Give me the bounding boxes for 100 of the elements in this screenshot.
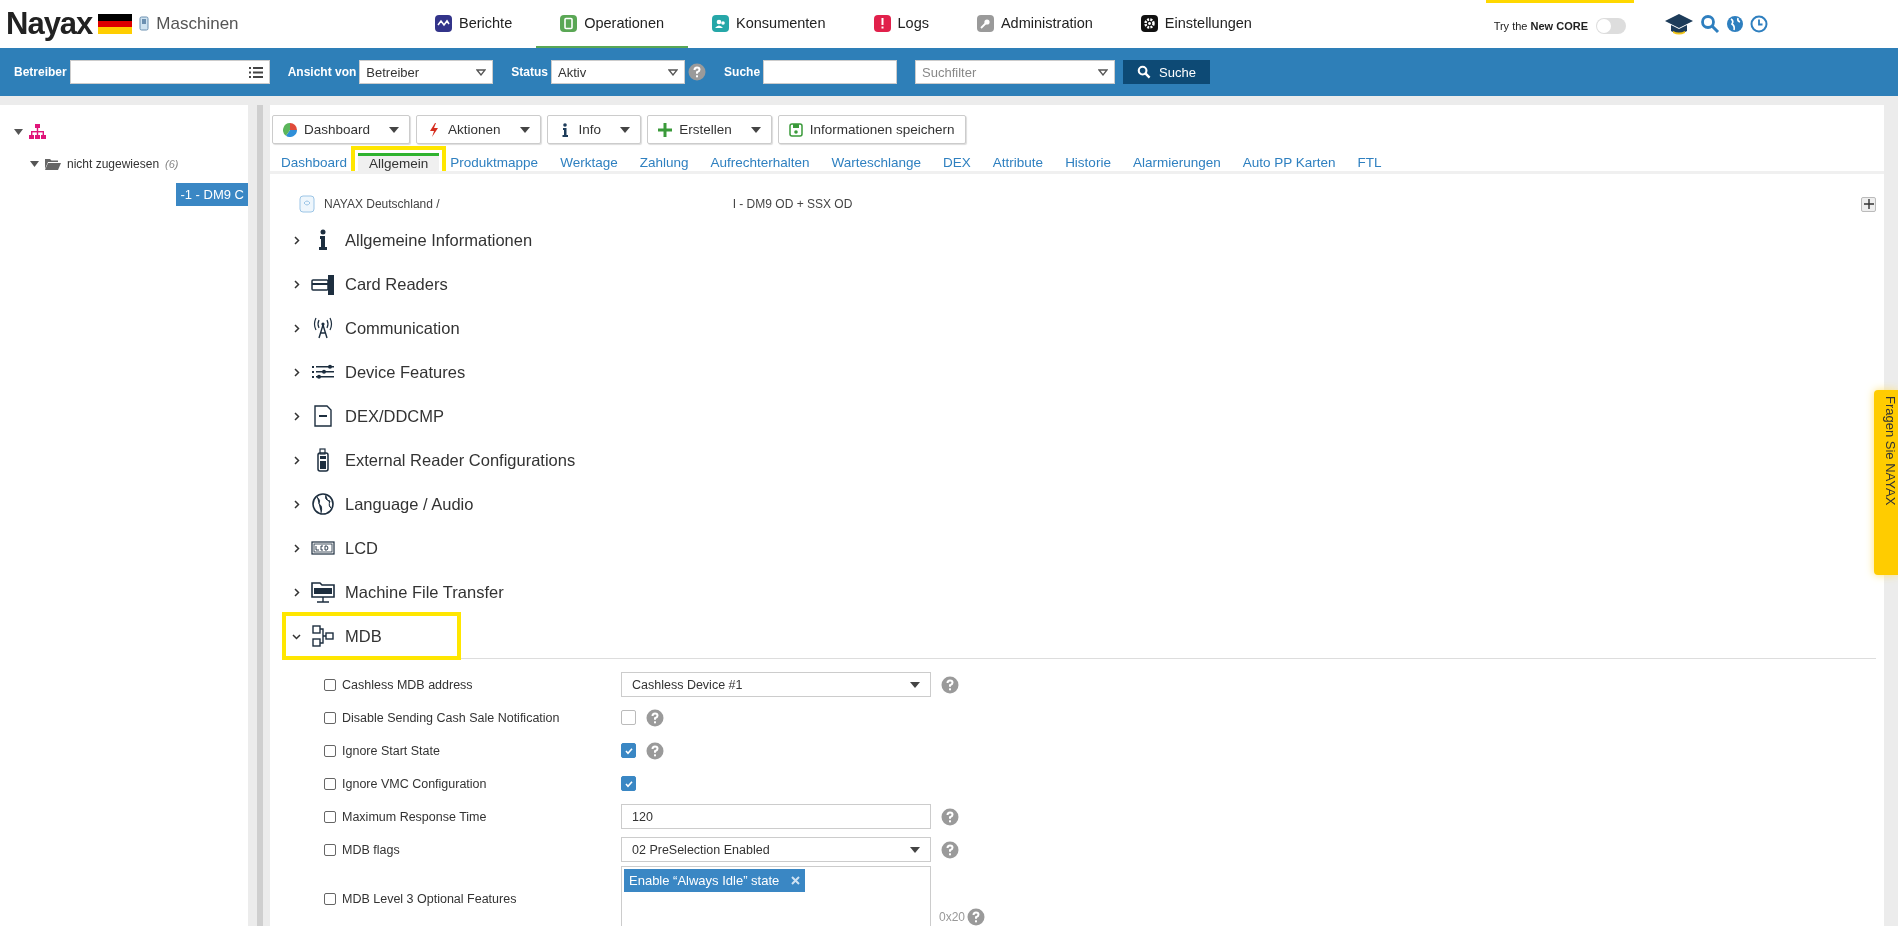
filter-dropdown[interactable]: Suchfilter <box>915 60 1116 84</box>
toolbar-button[interactable]: Erstellen <box>647 115 772 144</box>
antenna-icon <box>311 316 335 340</box>
hierarchy-icon[interactable] <box>29 123 46 141</box>
setting-label: Cashless MDB address <box>342 677 473 692</box>
search-field[interactable] <box>763 60 898 84</box>
checkbox[interactable] <box>621 743 636 758</box>
help-icon[interactable] <box>967 908 986 926</box>
tag[interactable]: Enable “Always Idle” state <box>624 869 806 892</box>
chevron-icon[interactable] <box>292 455 301 465</box>
hex-value: 0x20 <box>939 910 966 924</box>
globe-icon[interactable] <box>1726 15 1744 33</box>
caret-icon[interactable] <box>14 129 23 135</box>
chevron-icon[interactable] <box>292 543 301 553</box>
section-header[interactable]: MDB <box>284 614 459 658</box>
section-header[interactable]: Machine File Transfer <box>284 570 504 614</box>
graduation-cap-icon[interactable] <box>1664 12 1694 36</box>
search-icon[interactable] <box>1700 14 1720 34</box>
tab[interactable]: Historie <box>1054 153 1122 171</box>
feedback-tab[interactable]: Fragen Sie NAYAX <box>1874 390 1898 575</box>
document-icon <box>311 404 335 428</box>
circuit-icon <box>311 624 335 648</box>
chevron-icon[interactable] <box>292 235 301 245</box>
checkbox[interactable] <box>324 810 336 823</box>
nav-tab[interactable]: Administration <box>952 0 1117 48</box>
checkbox[interactable] <box>324 893 336 905</box>
search-button[interactable]: Suche <box>1123 60 1210 84</box>
filter-dropdown[interactable]: Betreiber <box>359 60 494 84</box>
checkbox[interactable] <box>621 710 636 725</box>
clock-icon[interactable] <box>1750 15 1768 33</box>
nav-tab[interactable]: Logs <box>849 0 953 48</box>
section-header[interactable]: Language / Audio <box>284 482 474 526</box>
tab[interactable]: Werktage <box>549 153 629 171</box>
tab[interactable]: DEX <box>932 153 982 171</box>
chevron-icon[interactable] <box>292 411 301 421</box>
section-header[interactable]: Card Readers <box>284 262 448 306</box>
setting-label: Ignore Start State <box>342 743 440 758</box>
tree-item[interactable]: nicht zugewiesen <box>67 157 160 171</box>
caret-icon <box>668 68 679 76</box>
help-icon[interactable] <box>941 840 959 859</box>
checkbox[interactable] <box>324 843 336 856</box>
setting-label: Ignore VMC Configuration <box>342 776 487 791</box>
section-header[interactable]: External Reader Configurations <box>284 438 576 482</box>
section-header[interactable]: Allgemeine Informationen <box>284 218 533 262</box>
nav-tab[interactable]: Berichte <box>411 0 537 48</box>
item-count: (6) <box>165 158 179 170</box>
checkbox[interactable] <box>324 678 336 691</box>
help-icon[interactable] <box>646 741 664 760</box>
chevron-icon[interactable] <box>292 279 301 289</box>
core-toggle[interactable] <box>1596 17 1626 34</box>
tab[interactable]: Attribute <box>981 153 1055 171</box>
toolbar-button[interactable]: Informationen speichern <box>777 115 966 144</box>
chevron-icon[interactable] <box>292 631 301 641</box>
operator-field[interactable] <box>69 60 270 84</box>
nav-tab[interactable]: Konsumenten <box>688 0 850 48</box>
tab[interactable]: Dashboard <box>270 153 359 171</box>
checkbox[interactable] <box>324 777 336 790</box>
setting-label: MDB Level 3 Optional Features <box>342 892 517 906</box>
expand-button[interactable] <box>1861 196 1876 212</box>
core-promo-text: Try the New CORE <box>1493 19 1588 32</box>
filter-dropdown[interactable]: Aktiv <box>551 60 686 84</box>
tab[interactable]: Alarmierungen <box>1121 153 1232 171</box>
tab[interactable]: Auto PP Karten <box>1231 153 1347 171</box>
filter-label: Suche <box>724 65 761 79</box>
close-icon[interactable] <box>791 876 801 885</box>
nav-tab[interactable]: Einstellungen <box>1116 0 1276 48</box>
help-icon[interactable] <box>941 675 959 694</box>
tab[interactable]: FTL <box>1346 153 1393 171</box>
tree-item[interactable]: -1 - DM9 C <box>176 182 248 206</box>
breadcrumb: NAYAX Deutschland / <box>324 197 440 211</box>
section-header[interactable]: Communication <box>284 306 460 350</box>
toolbar-button[interactable]: Aktionen <box>416 115 541 144</box>
tab[interactable]: Produktmappe <box>439 153 550 171</box>
chevron-icon[interactable] <box>292 323 301 333</box>
section-header[interactable]: Device Features <box>284 350 466 394</box>
folder-icon <box>45 158 61 170</box>
input-field[interactable]: 120 <box>621 804 931 829</box>
tag-field[interactable]: Enable “Always Idle” state <box>621 866 931 926</box>
caret-icon[interactable] <box>30 161 39 167</box>
section-header[interactable]: DEX/DDCMP <box>284 394 444 438</box>
toolbar-button[interactable]: Dashboard <box>272 115 411 144</box>
list-icon[interactable] <box>248 66 263 78</box>
help-icon[interactable] <box>941 807 959 826</box>
chevron-icon[interactable] <box>292 587 301 597</box>
filter-label: Status <box>511 65 549 79</box>
tab[interactable]: Zahlung <box>628 153 700 171</box>
chevron-icon[interactable] <box>292 367 301 377</box>
help-icon[interactable] <box>688 63 707 81</box>
dropdown[interactable]: Cashless Device #1 <box>621 672 931 697</box>
tab[interactable]: Warteschlange <box>820 153 933 171</box>
checkbox[interactable] <box>621 776 636 791</box>
checkbox[interactable] <box>324 744 336 757</box>
dropdown[interactable]: 02 PreSelection Enabled <box>621 837 931 862</box>
section-header[interactable]: LCD <box>284 526 378 570</box>
plus-icon <box>1863 199 1874 209</box>
chevron-icon[interactable] <box>292 499 301 509</box>
checkbox[interactable] <box>324 711 336 724</box>
tab[interactable]: Aufrechterhalten <box>699 153 821 171</box>
help-icon[interactable] <box>646 708 664 727</box>
toolbar-button[interactable]: Info <box>546 115 642 144</box>
